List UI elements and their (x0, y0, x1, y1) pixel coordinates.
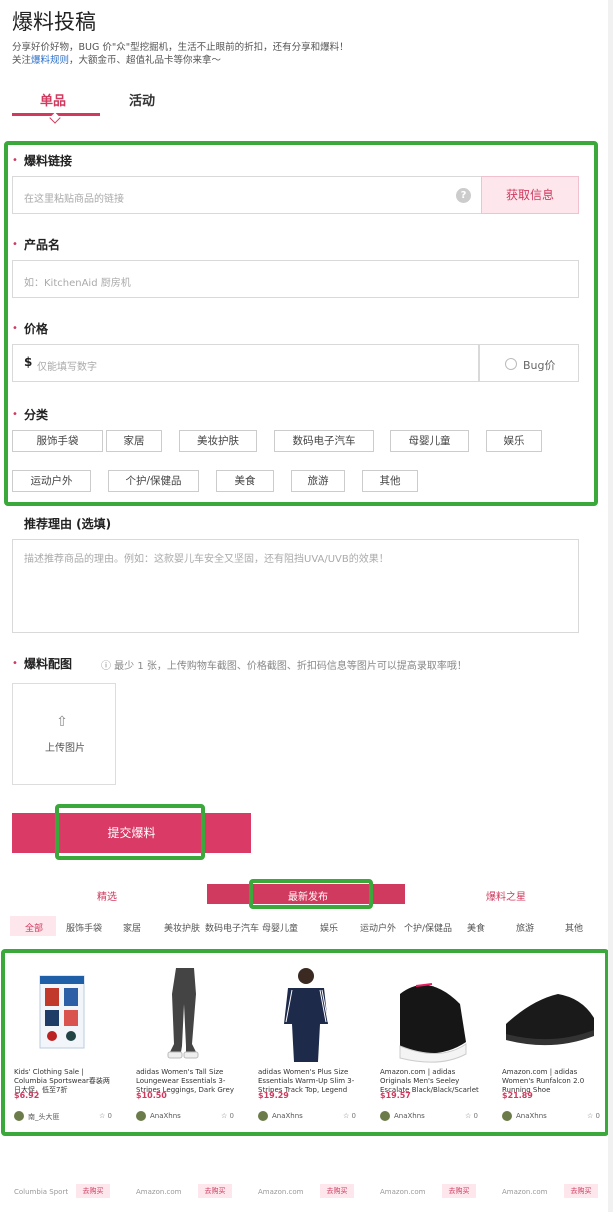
price-placeholder: 仅能填写数字 (37, 362, 97, 373)
required-marker: • (12, 323, 18, 334)
category-option[interactable]: 家居 (106, 430, 162, 452)
feed-category[interactable]: 娱乐 (320, 921, 338, 934)
category-option[interactable]: 服饰手袋 (12, 430, 103, 452)
store-name: Amazon.com (380, 1188, 426, 1196)
category-option[interactable]: 美食 (216, 470, 274, 492)
intro-suffix: ，大额金币、超值礼品卡等你来拿～ (69, 55, 222, 66)
page-edge (608, 0, 613, 1212)
images-hint: ⓘ 最少 1 张，上传购物车截图、价格截图、折扣码信息等图片可以提高录取率哦！ (101, 661, 467, 672)
category-option[interactable]: 母婴儿童 (390, 430, 469, 452)
feed-category[interactable]: 美妆护肤 (164, 921, 200, 934)
highlight-box-submit (55, 804, 205, 860)
feed-category[interactable]: 服饰手袋 (66, 921, 102, 934)
required-marker: • (12, 239, 18, 250)
buy-button[interactable]: 去购买 (76, 1184, 110, 1198)
feed-category[interactable]: 数码电子汽车 (205, 921, 259, 934)
category-option[interactable]: 其他 (362, 470, 418, 492)
category-label: 分类 (24, 408, 49, 422)
fetch-info-button[interactable]: 获取信息 (481, 176, 579, 214)
bug-price-label: Bug价 (523, 359, 556, 372)
feed-category-all[interactable]: 全部 (25, 921, 43, 934)
product-placeholder: 如：KitchenAid 厨房机 (24, 278, 131, 289)
category-option[interactable]: 个护/保健品 (108, 470, 199, 492)
store-name: Amazon.com (258, 1188, 304, 1196)
highlight-box-cards (1, 949, 609, 1136)
buy-button[interactable]: 去购买 (198, 1184, 232, 1198)
buy-button[interactable]: 去购买 (320, 1184, 354, 1198)
feed-category[interactable]: 其他 (565, 921, 583, 934)
link-placeholder: 在这里粘贴商品的链接 (24, 194, 124, 205)
currency-symbol: $ (24, 355, 33, 369)
category-option[interactable]: 数码电子汽车 (274, 430, 374, 452)
upload-image-box[interactable] (12, 683, 116, 785)
category-option[interactable]: 娱乐 (486, 430, 542, 452)
feed-category[interactable]: 运动户外 (360, 921, 396, 934)
upload-label: 上传图片 (45, 743, 85, 754)
link-label: 爆料链接 (24, 154, 73, 168)
bug-price-radio[interactable] (505, 358, 517, 370)
category-option[interactable]: 美妆护肤 (179, 430, 257, 452)
price-label: 价格 (24, 322, 49, 336)
feed-category[interactable]: 美食 (467, 921, 485, 934)
feed-category[interactable]: 母婴儿童 (262, 921, 298, 934)
feed-category[interactable]: 家居 (123, 921, 141, 934)
intro-line-2: 关注爆料规则，大额金币、超值礼品卡等你来拿～ (12, 54, 349, 67)
feed-category[interactable]: 旅游 (516, 921, 534, 934)
intro-prefix: 关注 (12, 55, 32, 66)
required-marker: • (12, 658, 18, 669)
buy-button[interactable]: 去购买 (442, 1184, 476, 1198)
required-marker: • (12, 155, 18, 166)
reason-placeholder: 描述推荐商品的理由。例如：这款婴儿车安全又坚固，还有阻挡UVA/UVB的效果！ (24, 554, 389, 565)
feed-category[interactable]: 个护/保健品 (404, 921, 452, 934)
store-name: Columbia Sport (14, 1188, 69, 1196)
product-card-partial[interactable]: Amazon.com 去购买 (370, 1140, 486, 1210)
intro-text: 分享好价好物，BUG 价"众"型挖掘机，生活不止眼前的折扣，还有分享和爆料！ 关… (12, 41, 349, 67)
store-name: Amazon.com (502, 1188, 548, 1196)
required-marker: • (12, 409, 18, 420)
product-card-partial[interactable]: Amazon.com 去购买 (248, 1140, 364, 1210)
store-name: Amazon.com (136, 1188, 182, 1196)
reason-label: 推荐理由 (选填) (24, 517, 112, 531)
upload-icon: ⇧ (56, 714, 68, 730)
product-card-partial[interactable]: Columbia Sport 去购买 (4, 1140, 120, 1210)
images-label: 爆料配图 (24, 657, 73, 671)
tab-activity[interactable]: 活动 (129, 90, 155, 109)
category-option[interactable]: 旅游 (291, 470, 345, 492)
help-icon[interactable]: ? (456, 188, 471, 203)
product-card-partial[interactable]: Amazon.com 去购买 (126, 1140, 242, 1210)
feed-tab-stars[interactable]: 爆料之星 (486, 888, 526, 903)
product-card-partial[interactable]: Amazon.com 去购买 (492, 1140, 608, 1210)
product-label: 产品名 (24, 238, 61, 252)
highlight-box-feed-tab (249, 879, 373, 909)
rules-link[interactable]: 爆料规则 (31, 55, 69, 66)
category-option[interactable]: 运动户外 (12, 470, 91, 492)
feed-tab-featured[interactable]: 精选 (97, 888, 117, 903)
page-title: 爆料投稿 (12, 10, 96, 34)
tab-single-item[interactable]: 单品 (40, 90, 66, 109)
buy-button[interactable]: 去购买 (564, 1184, 598, 1198)
intro-line-1: 分享好价好物，BUG 价"众"型挖掘机，生活不止眼前的折扣，还有分享和爆料！ (12, 42, 349, 53)
